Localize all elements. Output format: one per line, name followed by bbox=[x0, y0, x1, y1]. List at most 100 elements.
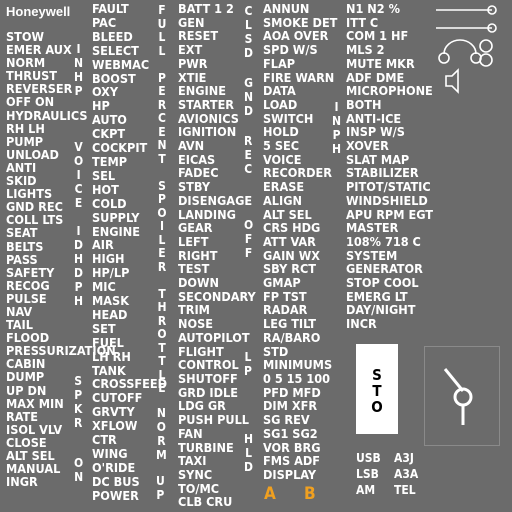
speaker-icon bbox=[445, 68, 459, 94]
vertical-letter: I bbox=[76, 168, 81, 182]
sto-switch[interactable]: S T O bbox=[356, 344, 398, 434]
col5-label-6: MICROPHONE bbox=[346, 83, 433, 99]
col3-label-35: TO/MC bbox=[178, 480, 220, 496]
vertical-letter: F bbox=[244, 232, 253, 246]
col4-label-32: VOR BRG bbox=[263, 439, 321, 455]
tab-tel[interactable]: TEL bbox=[394, 483, 416, 497]
vertical-letter: R bbox=[157, 259, 167, 274]
vertical-letter: E bbox=[158, 124, 166, 139]
vertical-label-full-percent-spoiler-throttle: FULL PERCENT SPOILER THROTTLE bbox=[156, 3, 168, 396]
col5-label-4: MUTE MKR bbox=[346, 55, 415, 71]
col4-label-30: SG REV bbox=[263, 412, 310, 428]
vertical-letter: T bbox=[158, 354, 166, 368]
vertical-letter: H bbox=[244, 432, 254, 446]
col2-label-33: O'RIDE bbox=[92, 459, 136, 475]
vertical-letter: D bbox=[244, 46, 253, 60]
orange-letter-a: A bbox=[264, 484, 276, 504]
vertical-letter: V bbox=[74, 140, 83, 154]
vertical-letter: H bbox=[157, 300, 167, 314]
col4-label-1: SMOKE DET bbox=[263, 14, 338, 30]
col5-label-18: SYSTEM bbox=[346, 247, 398, 263]
vertical-letter: S bbox=[158, 178, 166, 193]
col3-label-28: GRD IDLE bbox=[178, 384, 238, 400]
tab-a3a[interactable]: A3A bbox=[394, 467, 418, 481]
vertical-letter: P bbox=[158, 192, 166, 206]
col4-label-27: 0 5 15 100 bbox=[263, 370, 331, 386]
vertical-letter: D bbox=[244, 104, 253, 118]
vertical-letter: H bbox=[74, 70, 84, 84]
vertical-letter: R bbox=[157, 97, 167, 112]
vertical-label-clsd: CLSD bbox=[244, 4, 253, 60]
col4-label-23: LEG TILT bbox=[263, 316, 317, 332]
col5-label-21: EMERG LT bbox=[346, 288, 408, 304]
vertical-letter: S bbox=[74, 374, 83, 388]
vertical-letter: I bbox=[334, 100, 339, 114]
vertical-letter: N bbox=[156, 406, 166, 420]
vertical-letter: N bbox=[74, 470, 84, 484]
vertical-letter: S bbox=[244, 32, 253, 46]
vertical-label-inph: INPH bbox=[332, 100, 341, 156]
vertical-letter: P bbox=[244, 364, 252, 378]
vertical-label-lp: LP bbox=[244, 350, 252, 378]
vertical-letter: K bbox=[74, 402, 83, 416]
vertical-label-hld: HLD bbox=[244, 432, 253, 474]
selector-knob-icon[interactable] bbox=[425, 347, 499, 445]
vertical-letter bbox=[156, 58, 168, 72]
slider-icon-2 bbox=[436, 23, 497, 33]
col4-label-4: FLAP bbox=[263, 55, 296, 71]
vertical-letter: F bbox=[244, 246, 253, 260]
col4-label-19: SBY RCT bbox=[263, 261, 317, 277]
vertical-letter: E bbox=[158, 246, 166, 260]
col4-label-12: RECORDER bbox=[263, 165, 333, 181]
col4-label-5: FIRE WARN bbox=[263, 69, 335, 85]
vertical-letter: P bbox=[74, 280, 83, 294]
vertical-letter: D bbox=[74, 238, 83, 252]
vertical-label-off: OFF bbox=[244, 218, 253, 260]
col4-label-9: HOLD bbox=[263, 124, 299, 140]
vertical-letter: H bbox=[74, 252, 84, 266]
vertical-letter: L bbox=[158, 367, 166, 382]
headphones-icon bbox=[438, 39, 482, 64]
tab-a3j[interactable]: A3J bbox=[394, 451, 414, 465]
col5-label-0: N1 N2 % bbox=[346, 1, 400, 16]
tab-am[interactable]: AM bbox=[356, 483, 375, 497]
vertical-letter: C bbox=[244, 162, 253, 176]
tab-lsb[interactable]: LSB bbox=[356, 467, 379, 481]
col5-label-2: COM 1 HF bbox=[346, 28, 409, 44]
col4-label-14: ALIGN bbox=[263, 192, 302, 208]
vertical-label-up: UP bbox=[156, 474, 165, 502]
selector-knob-panel[interactable] bbox=[424, 346, 500, 446]
vertical-letter: P bbox=[158, 70, 166, 85]
vertical-letter: N bbox=[74, 56, 84, 70]
col3-label-30: PUSH PULL bbox=[178, 412, 250, 428]
vertical-letter: T bbox=[158, 151, 166, 166]
col5-label-20: STOP COOL bbox=[346, 275, 419, 291]
col5-label-10: XOVER bbox=[346, 138, 389, 154]
vertical-letter: L bbox=[245, 18, 252, 32]
col5-label-7: BOTH bbox=[346, 96, 382, 112]
vertical-letter: E bbox=[244, 148, 252, 162]
col5-label-17: 108% 718 C bbox=[346, 233, 421, 249]
vertical-label-rec: REC bbox=[244, 134, 252, 176]
vertical-letter: H bbox=[74, 294, 84, 308]
col4-label-15: ALT SEL bbox=[263, 206, 312, 222]
vertical-letter: R bbox=[157, 313, 167, 328]
vertical-label-voice: VOICE bbox=[74, 140, 83, 210]
tab-usb[interactable]: USB bbox=[356, 451, 381, 465]
sto-letter-o: O bbox=[371, 397, 383, 416]
col5-label-9: INSP W/S bbox=[346, 124, 405, 140]
vertical-letter: H bbox=[332, 142, 342, 156]
vertical-letter: L bbox=[158, 232, 166, 247]
col4-label-33: FMS ADF bbox=[263, 453, 321, 469]
col4-label-0: ANNUN bbox=[263, 1, 310, 16]
col5-label-22: DAY/NIGHT bbox=[346, 302, 416, 318]
vertical-letter: L bbox=[158, 30, 166, 44]
vertical-letter: T bbox=[158, 286, 166, 301]
orange-letter-b: B bbox=[304, 484, 316, 504]
col4-label-18: GAIN WX bbox=[263, 247, 320, 263]
vertical-label-id: ID bbox=[74, 224, 83, 252]
slider-icon-1 bbox=[436, 5, 497, 15]
col3-label-29: LDG GR bbox=[178, 398, 226, 414]
col5-label-3: MLS 2 bbox=[346, 42, 385, 58]
col4-label-34: DISPLAY bbox=[263, 466, 317, 482]
